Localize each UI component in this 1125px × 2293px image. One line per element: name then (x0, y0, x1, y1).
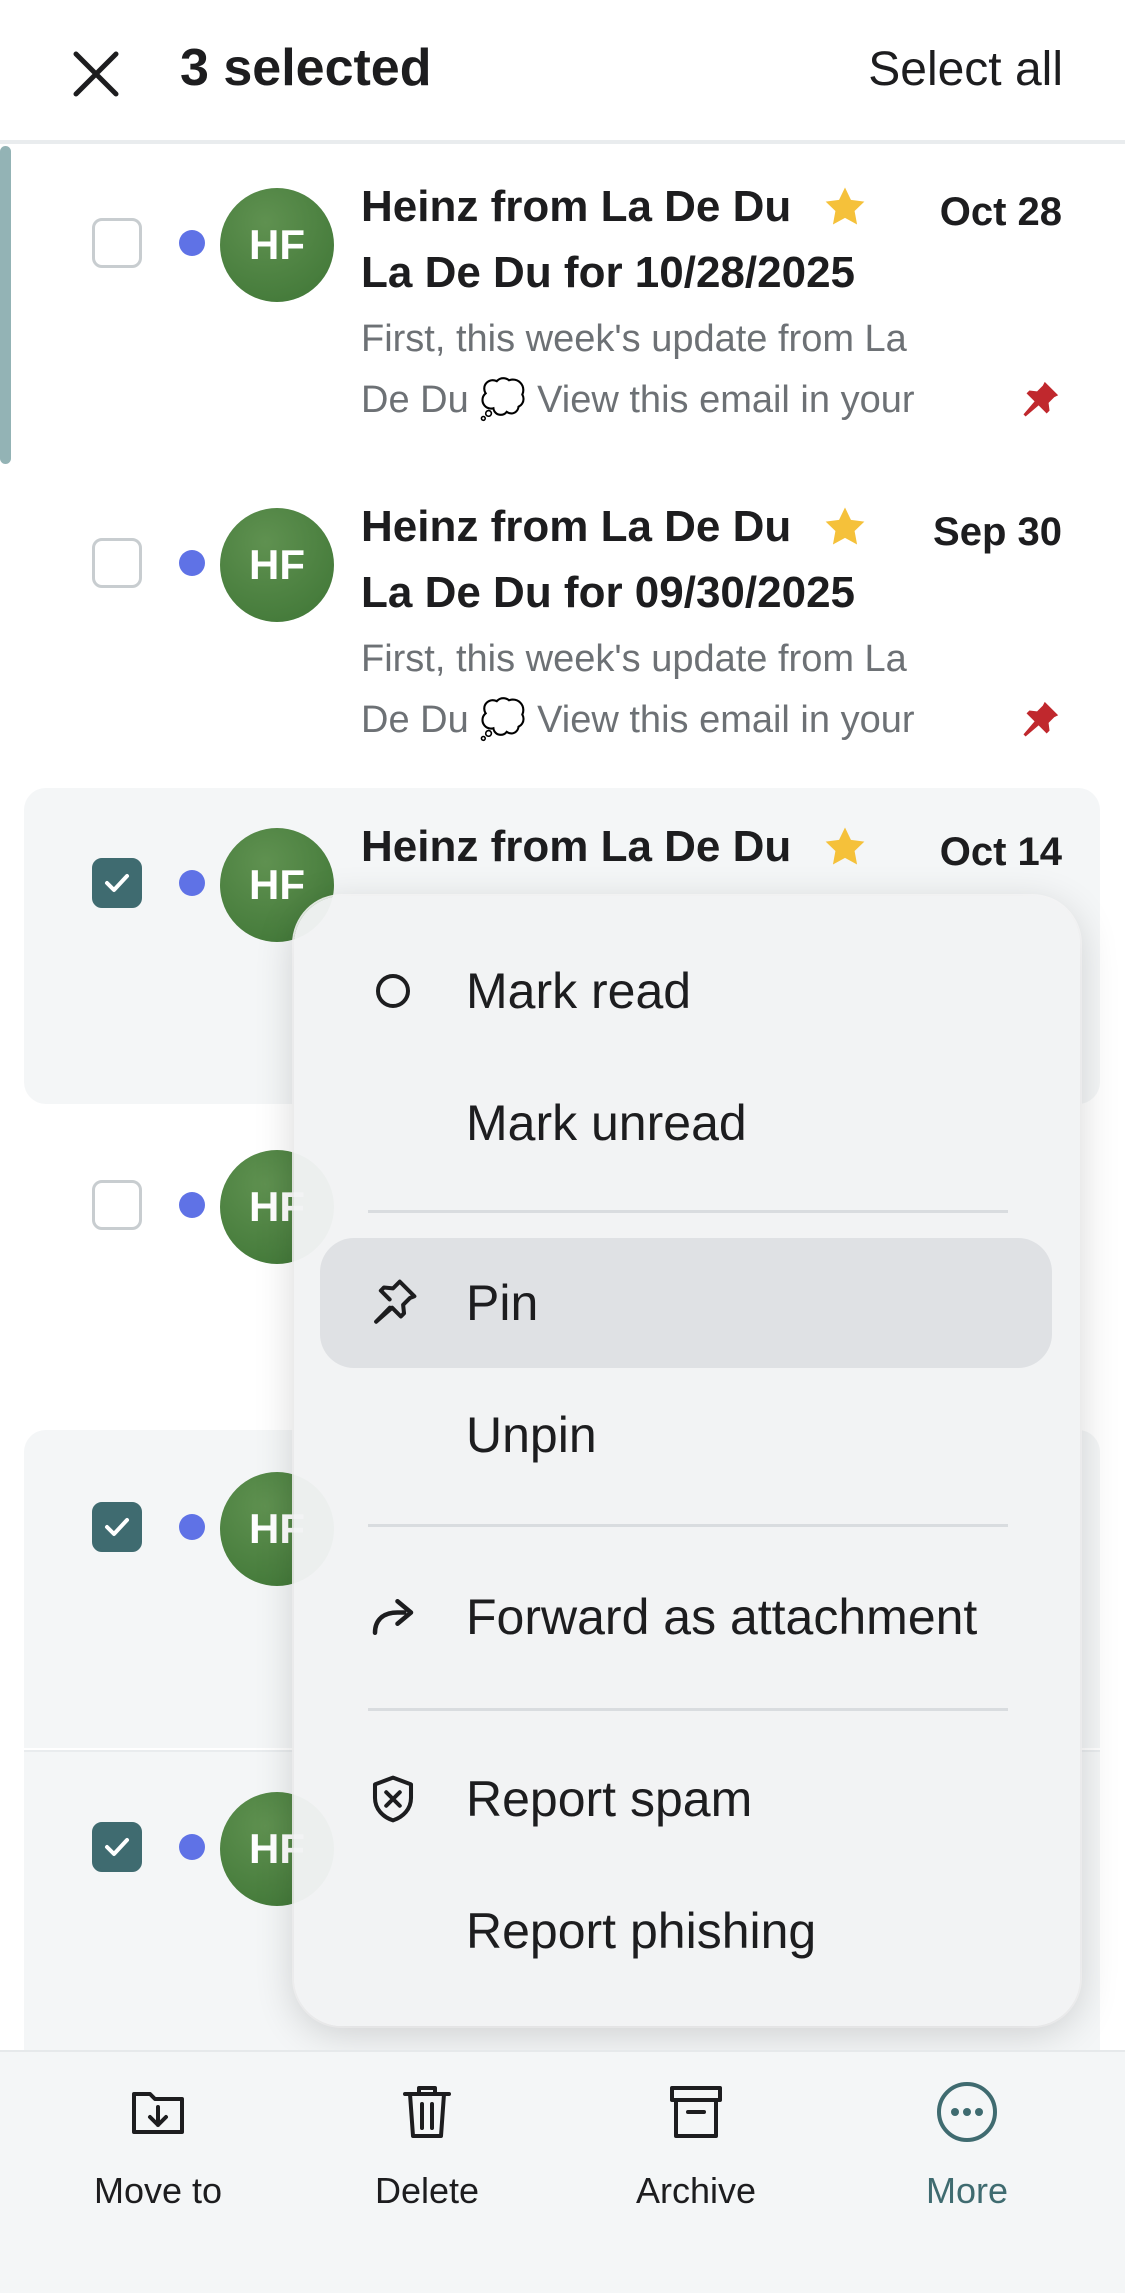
row-checkbox[interactable] (92, 1180, 142, 1230)
sender-name: Heinz from La De Du (361, 822, 792, 871)
menu-item-unpin[interactable]: Unpin (320, 1370, 1052, 1500)
delete-button[interactable]: Delete (317, 2080, 537, 2220)
menu-label: Pin (466, 1275, 539, 1331)
menu-divider (368, 1210, 1008, 1213)
selection-header: 3 selected Select all (0, 0, 1125, 144)
sender-name: Heinz from La De Du (361, 182, 792, 231)
menu-label: Mark read (466, 963, 692, 1019)
toolbar-label: Delete (374, 2170, 480, 2211)
archive-box-icon (670, 2086, 722, 2138)
menu-item-report-phishing[interactable]: Report phishing (320, 1866, 1052, 1996)
menu-item-pin[interactable]: Pin (320, 1238, 1052, 1368)
menu-label: Report spam (466, 1771, 753, 1827)
close-icon[interactable] (70, 48, 122, 100)
unread-indicator (179, 230, 205, 256)
row-checkbox-checked[interactable] (92, 1822, 142, 1872)
email-preview: First, this week's update from La (361, 318, 907, 360)
row-checkbox[interactable] (92, 538, 142, 588)
menu-label: Report phishing (466, 1903, 817, 1959)
menu-item-forward-attachment[interactable]: Forward as attachment (320, 1552, 1052, 1682)
archive-button[interactable]: Archive (586, 2080, 806, 2220)
avatar: HF (220, 508, 334, 622)
circle-icon (376, 974, 410, 1008)
select-all-button[interactable]: Select all (868, 42, 1063, 97)
checkmark-icon (105, 874, 129, 892)
forward-arrow-icon (372, 1599, 414, 1635)
more-circle-icon (937, 2082, 997, 2142)
folder-download-icon (132, 2092, 184, 2134)
more-actions-menu: Mark read Mark unread Pin Unpin Forward … (294, 896, 1080, 2026)
menu-divider (368, 1708, 1008, 1711)
checkmark-icon (105, 1838, 129, 1856)
shield-x-icon (372, 1775, 414, 1823)
menu-item-report-spam[interactable]: Report spam (320, 1734, 1052, 1864)
email-date: Oct 14 (939, 830, 1062, 874)
email-subject: La De Du for 09/30/2025 (361, 568, 856, 617)
unread-indicator (179, 1834, 205, 1860)
toolbar-label: Move to (93, 2170, 223, 2211)
star-icon[interactable] (822, 824, 868, 870)
menu-item-mark-unread[interactable]: Mark unread (320, 1058, 1052, 1188)
menu-divider (368, 1524, 1008, 1527)
toolbar-label: Archive (635, 2170, 757, 2211)
sender-name: Heinz from La De Du (361, 502, 792, 551)
pin-icon (1023, 701, 1059, 737)
unread-indicator (179, 870, 205, 896)
menu-label: Unpin (466, 1407, 597, 1463)
email-subject: La De Du for 10/28/2025 (361, 248, 856, 297)
pin-icon (1023, 381, 1059, 417)
unread-indicator (179, 1192, 205, 1218)
email-date: Oct 28 (939, 190, 1062, 234)
scroll-indicator (0, 146, 11, 464)
email-row[interactable]: HF Heinz from La De Du Oct 28 La De Du f… (24, 146, 1100, 466)
star-icon[interactable] (822, 184, 868, 230)
row-checkbox-checked[interactable] (92, 1502, 142, 1552)
row-checkbox[interactable] (92, 218, 142, 268)
selection-count-title: 3 selected (180, 39, 432, 97)
toolbar-label: More (925, 2170, 1009, 2211)
checkmark-icon (105, 1518, 129, 1536)
email-preview: First, this week's update from La (361, 638, 907, 680)
email-preview: De Du 💭 View this email in your (361, 699, 915, 741)
menu-item-mark-read[interactable]: Mark read (320, 926, 1052, 1056)
email-preview: De Du 💭 View this email in your (361, 379, 915, 421)
star-icon[interactable] (822, 504, 868, 550)
avatar: HF (220, 188, 334, 302)
pin-outline-icon (374, 1279, 417, 1324)
menu-label: Forward as attachment (466, 1589, 978, 1645)
email-row[interactable]: HF Heinz from La De Du Sep 30 La De Du f… (24, 466, 1100, 786)
trash-icon (403, 2086, 451, 2138)
bulk-action-toolbar: Move to Delete Archive More (0, 2050, 1125, 2293)
move-to-button[interactable]: Move to (48, 2080, 268, 2220)
unread-indicator (179, 1514, 205, 1540)
email-date: Sep 30 (933, 510, 1062, 554)
menu-label: Mark unread (466, 1095, 747, 1151)
unread-indicator (179, 550, 205, 576)
more-button[interactable]: More (857, 2080, 1077, 2220)
row-checkbox-checked[interactable] (92, 858, 142, 908)
